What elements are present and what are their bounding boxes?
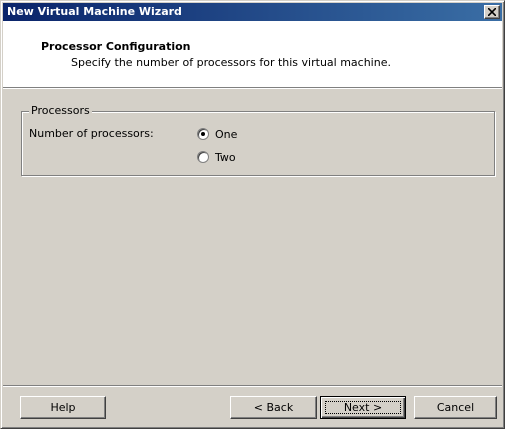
- radio-one-label[interactable]: One: [215, 128, 237, 141]
- radio-two-label[interactable]: Two: [215, 151, 236, 164]
- next-button[interactable]: Next >: [320, 396, 406, 419]
- radio-selected-dot: [201, 132, 205, 136]
- wizard-header: Processor Configuration Specify the numb…: [3, 21, 502, 88]
- back-button[interactable]: < Back: [230, 396, 317, 419]
- title-bar[interactable]: New Virtual Machine Wizard: [3, 3, 502, 21]
- processors-group: Processors Number of processors: One Two: [21, 104, 495, 176]
- close-button[interactable]: [484, 5, 500, 19]
- cancel-button[interactable]: Cancel: [414, 396, 497, 419]
- radio-one[interactable]: [197, 128, 209, 140]
- processors-group-label: Processors: [29, 104, 92, 117]
- page-title: Processor Configuration: [41, 40, 191, 53]
- radio-two[interactable]: [197, 151, 209, 163]
- window-title: New Virtual Machine Wizard: [7, 5, 182, 18]
- wizard-window: New Virtual Machine Wizard Processor Con…: [0, 0, 505, 429]
- processors-field-label: Number of processors:: [29, 127, 154, 140]
- close-icon: [488, 8, 496, 16]
- help-button[interactable]: Help: [20, 396, 106, 419]
- radio-option-two[interactable]: Two: [197, 150, 236, 164]
- focus-rect: [325, 401, 401, 414]
- radio-option-one[interactable]: One: [197, 127, 237, 141]
- page-subtitle: Specify the number of processors for thi…: [71, 56, 391, 69]
- button-separator: [3, 385, 502, 387]
